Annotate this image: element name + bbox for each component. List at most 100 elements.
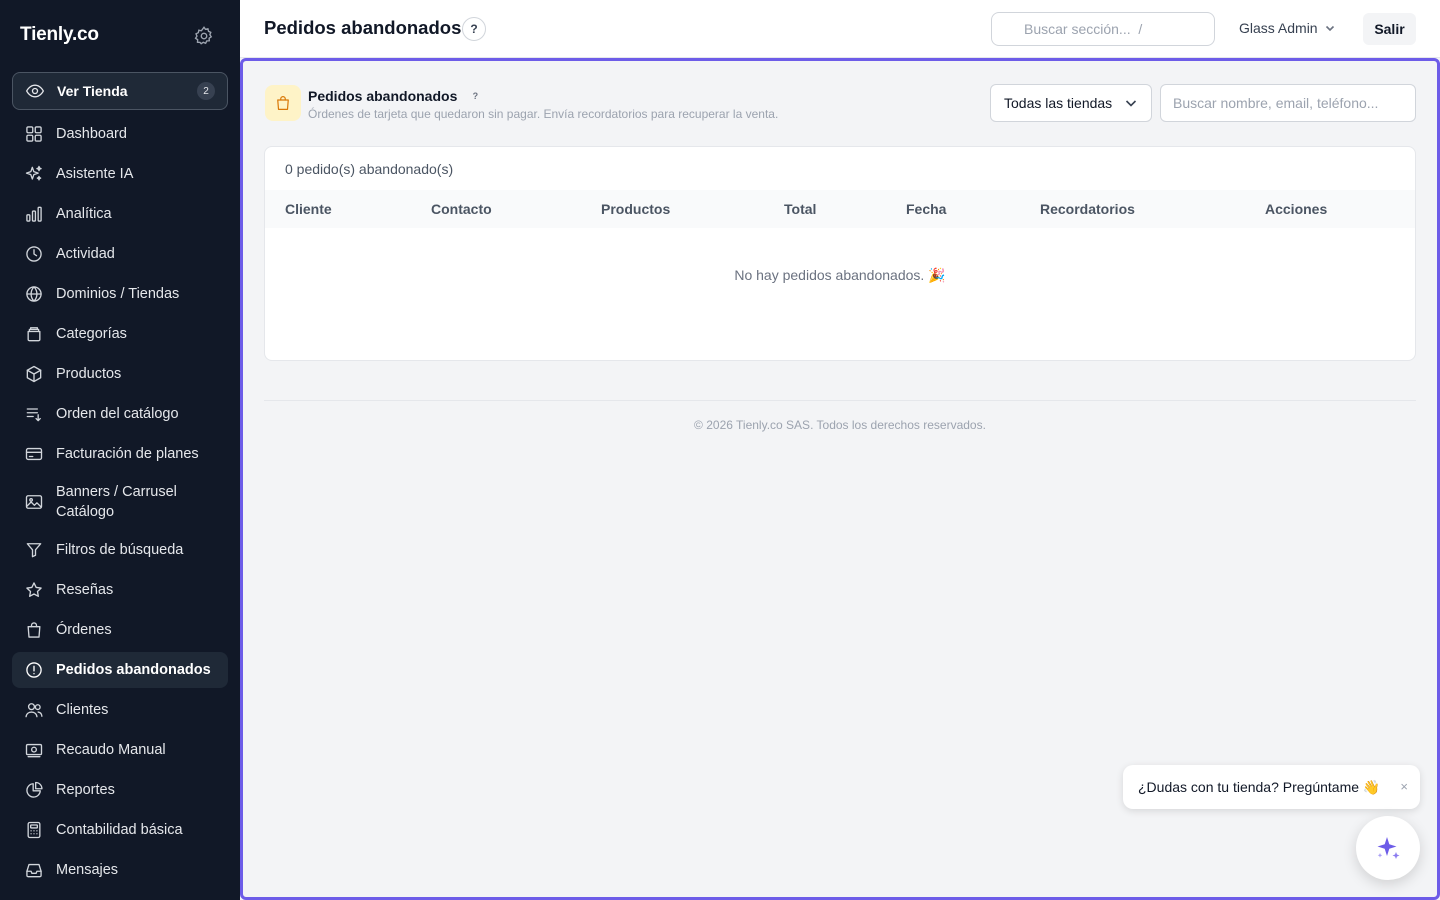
column-header-cliente: Cliente — [285, 201, 332, 217]
sidebar-item-dashboard[interactable]: Dashboard — [12, 116, 228, 152]
column-header-contacto: Contacto — [431, 201, 492, 217]
credit-card-icon — [25, 447, 43, 461]
sidebar-item-label: Dashboard — [56, 126, 127, 142]
sidebar-item-recaudo-manual[interactable]: Recaudo Manual — [12, 732, 228, 768]
sidebar-item-actividad[interactable]: Actividad — [12, 236, 228, 272]
column-header-productos: Productos — [601, 201, 671, 217]
sidebar-item-ordenes[interactable]: Órdenes — [12, 612, 228, 648]
logout-button[interactable]: Salir — [1363, 13, 1416, 45]
sidebar-item-analitica[interactable]: Analítica — [12, 196, 228, 232]
sidebar-item-dominios[interactable]: Dominios / Tiendas — [12, 276, 228, 312]
clock-icon — [26, 246, 42, 262]
alert-circle-icon — [26, 662, 42, 678]
orders-count: 0 pedido(s) abandonado(s) — [285, 161, 454, 177]
sidebar-item-label: Recaudo Manual — [56, 742, 166, 758]
cash-icon — [25, 743, 43, 758]
sidebar-item-banners[interactable]: Banners / Carrusel Catálogo — [12, 476, 228, 528]
section-title: Pedidos abandonados ? — [308, 88, 484, 104]
shopping-bag-icon — [277, 96, 289, 110]
sidebar-item-mensajes[interactable]: Mensajes — [12, 852, 228, 888]
sidebar-item-facturacion[interactable]: Facturación de planes — [12, 436, 228, 472]
sidebar-nav: Dashboard Asistente IA Analítica Activid… — [12, 116, 228, 892]
user-name: Glass Admin — [1239, 20, 1318, 36]
sidebar-item-label: Órdenes — [56, 622, 112, 638]
page-title: Pedidos abandonados — [264, 17, 462, 38]
orders-table-card: 0 pedido(s) abandonado(s) Cliente Contac… — [264, 146, 1416, 361]
sidebar-item-label: Reportes — [56, 782, 115, 798]
footer-divider — [264, 400, 1416, 401]
star-icon — [26, 582, 42, 597]
sidebar-item-clientes[interactable]: Clientes — [12, 692, 228, 728]
gear-icon[interactable] — [193, 25, 215, 47]
sidebar-item-label: Dominios / Tiendas — [56, 286, 180, 302]
column-header-total: Total — [784, 201, 817, 217]
eye-icon — [25, 84, 45, 98]
column-header-recordatorios: Recordatorios — [1040, 201, 1135, 217]
sidebar-item-label: Filtros de búsqueda — [56, 542, 184, 558]
sidebar-item-label: Pedidos abandonados — [56, 662, 211, 678]
globe-icon — [26, 286, 42, 302]
sidebar-item-label: Reseñas — [56, 582, 114, 598]
bar-chart-icon — [26, 206, 42, 222]
user-menu[interactable]: Glass Admin — [1239, 20, 1336, 36]
users-icon — [25, 703, 43, 718]
chevron-down-icon — [1125, 100, 1137, 107]
sidebar-item-categorias[interactable]: Categorías — [12, 316, 228, 352]
footer-copyright: © 2026 Tienly.co SAS. Todos los derechos… — [694, 418, 986, 432]
sparkles-icon — [1377, 837, 1400, 859]
sidebar-item-label: Banners / Carrusel Catálogo — [56, 484, 177, 520]
ai-chat-button[interactable] — [1356, 816, 1420, 880]
filter-icon — [26, 543, 42, 558]
sidebar-item-label: Orden del catálogo — [56, 406, 179, 422]
sidebar-item-label: Actividad — [56, 246, 115, 262]
sidebar-item-resenas[interactable]: Reseñas — [12, 572, 228, 608]
top-bar: Pedidos abandonados ? Glass Admin Salir — [240, 0, 1440, 58]
section-icon — [265, 85, 301, 121]
section-title-text: Pedidos abandonados — [308, 88, 458, 104]
sidebar-item-asistente-ia[interactable]: Asistente IA — [12, 156, 228, 192]
sidebar-item-contabilidad[interactable]: Contabilidad básica — [12, 812, 228, 848]
sidebar-item-label: Facturación de planes — [56, 446, 199, 462]
section-subtitle: Órdenes de tarjeta que quedaron sin paga… — [308, 107, 779, 121]
sidebar-item-productos[interactable]: Productos — [12, 356, 228, 392]
sidebar-item-pedidos-abandonados[interactable]: Pedidos abandonados — [12, 652, 228, 688]
sparkles-icon — [25, 165, 42, 181]
sidebar-item-label: Productos — [56, 366, 122, 382]
store-filter-select[interactable]: Todas las tiendas — [990, 84, 1152, 122]
ver-tienda-button[interactable]: Ver Tienda 2 — [12, 72, 228, 110]
archive-icon — [27, 327, 41, 342]
chevron-down-icon — [1325, 25, 1334, 32]
pie-chart-icon — [26, 781, 43, 798]
sidebar: Tienly.co Ver Tienda 2 Dashboard Asisten… — [0, 0, 240, 900]
sidebar-item-label: Categorías — [56, 326, 127, 342]
inbox-icon — [26, 863, 42, 878]
sidebar-item-label: Asistente IA — [56, 166, 134, 182]
sidebar-item-label: Mensajes — [56, 862, 119, 878]
chat-prompt-bubble[interactable]: ¿Dudas con tu tienda? Pregúntame 👋 × — [1123, 765, 1420, 809]
shopping-bag-icon — [27, 622, 41, 638]
column-header-fecha: Fecha — [906, 201, 947, 217]
close-icon[interactable]: × — [1400, 779, 1408, 794]
ver-tienda-label: Ver Tienda — [57, 83, 128, 99]
orders-search-input[interactable] — [1160, 84, 1416, 122]
sidebar-item-filtros[interactable]: Filtros de búsqueda — [12, 532, 228, 568]
ver-tienda-badge: 2 — [197, 82, 215, 100]
sidebar-item-label: Contabilidad básica — [56, 822, 183, 838]
section-search-input[interactable] — [991, 12, 1215, 46]
cube-icon — [26, 365, 42, 383]
calculator-icon — [27, 821, 41, 839]
sidebar-item-label: Clientes — [56, 702, 109, 718]
brand-logo[interactable]: Tienly.co — [20, 24, 99, 46]
column-header-acciones: Acciones — [1265, 201, 1328, 217]
grid-icon — [26, 126, 42, 142]
sidebar-item-orden-catalogo[interactable]: Orden del catálogo — [12, 396, 228, 432]
chat-prompt-text: ¿Dudas con tu tienda? Pregúntame 👋 — [1138, 778, 1381, 795]
help-button[interactable]: ? — [462, 17, 486, 41]
store-filter-value: Todas las tiendas — [1004, 95, 1113, 111]
section-help-button[interactable]: ? — [467, 88, 484, 104]
sidebar-item-reportes[interactable]: Reportes — [12, 772, 228, 808]
empty-state: No hay pedidos abandonados. 🎉 — [734, 267, 946, 283]
list-order-icon — [26, 408, 41, 422]
table-header: Cliente Contacto Productos Total Fecha R… — [265, 190, 1415, 228]
sidebar-item-label: Analítica — [56, 206, 112, 222]
